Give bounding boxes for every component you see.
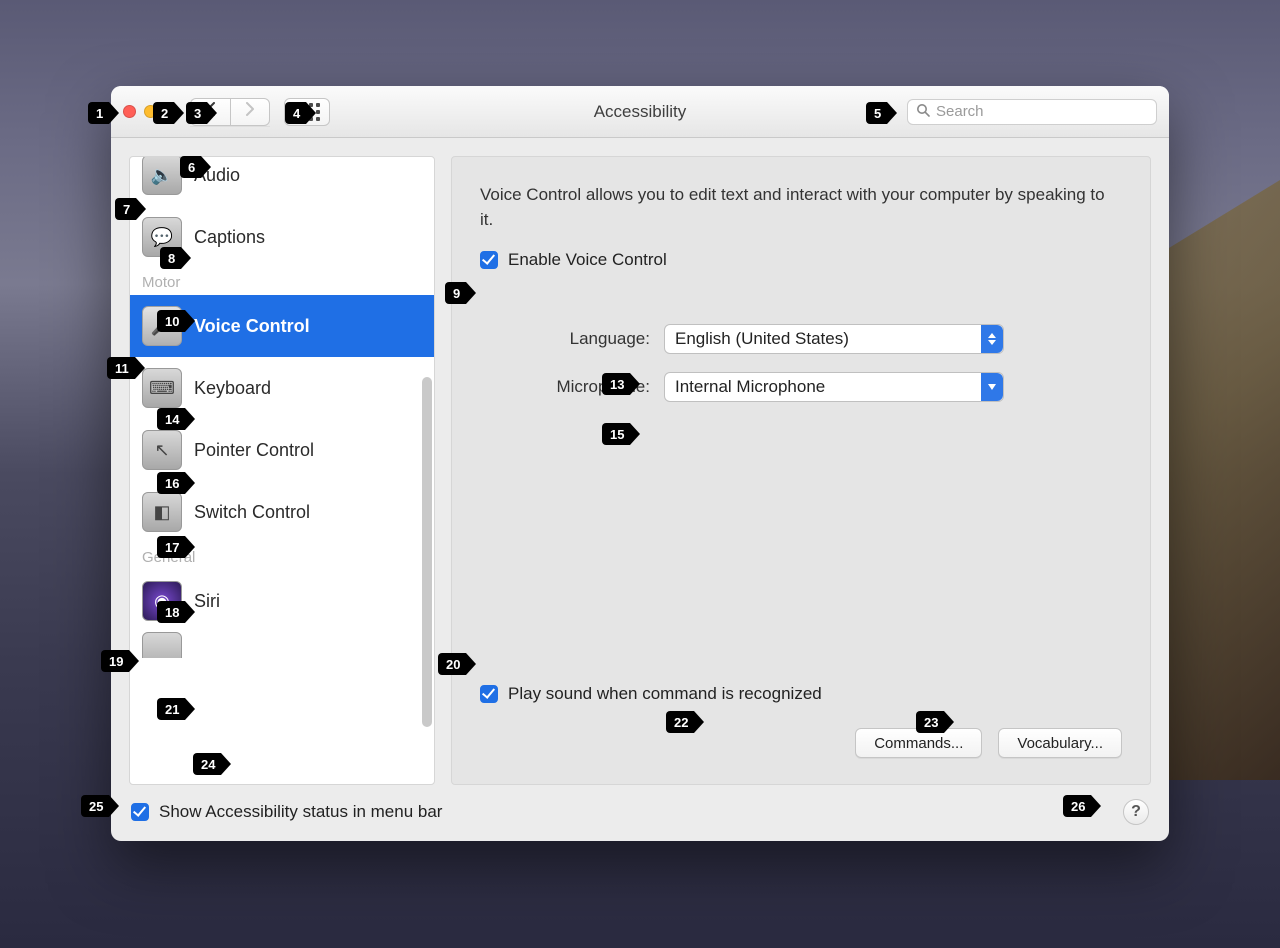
sidebar-item-label: Captions — [194, 227, 265, 248]
language-value: English (United States) — [675, 329, 849, 349]
annotation-tag: 22 — [666, 711, 694, 733]
vocabulary-button[interactable]: Vocabulary... — [998, 728, 1122, 758]
annotation-tag: 13 — [602, 373, 630, 395]
voice-control-description: Voice Control allows you to edit text an… — [480, 183, 1122, 232]
search-icon — [916, 103, 930, 120]
sidebar-item-label: Pointer Control — [194, 440, 314, 461]
annotation-tag: 10 — [157, 310, 185, 332]
action-buttons: Commands... Vocabulary... — [480, 728, 1122, 758]
annotation-tag: 26 — [1063, 795, 1091, 817]
commands-button-label: Commands... — [874, 735, 963, 752]
microphone-select[interactable]: Internal Microphone — [664, 372, 1004, 402]
sidebar-item-partial-bottom[interactable] — [130, 632, 434, 658]
sidebar-item-label: Keyboard — [194, 378, 271, 399]
annotation-tag: 1 — [88, 102, 109, 124]
play-sound-label: Play sound when command is recognized — [508, 684, 822, 704]
play-sound-row: Play sound when command is recognized — [480, 684, 1122, 704]
sidebar-item-label: Siri — [194, 591, 220, 612]
titlebar: Accessibility — [111, 86, 1169, 138]
vocabulary-button-label: Vocabulary... — [1017, 735, 1103, 752]
annotation-tag: 6 — [180, 156, 201, 178]
window-footer: Show Accessibility status in menu bar ? — [111, 785, 1169, 841]
show-status-checkbox[interactable] — [131, 803, 149, 821]
annotation-tag: 19 — [101, 650, 129, 672]
sidebar-item-audio[interactable]: 🔈 Audio — [130, 156, 434, 206]
annotation-tag: 3 — [186, 102, 207, 124]
enable-voice-control-checkbox[interactable] — [480, 251, 498, 269]
detail-pane: Voice Control allows you to edit text an… — [451, 156, 1151, 785]
annotation-tag: 7 — [115, 198, 136, 220]
sidebar-item-label: Voice Control — [194, 316, 310, 337]
sidebar-section-motor: Motor — [130, 268, 434, 295]
annotation-tag: 4 — [285, 102, 306, 124]
language-select[interactable]: English (United States) — [664, 324, 1004, 354]
annotation-tag: 20 — [438, 653, 466, 675]
annotation-tag: 21 — [157, 698, 185, 720]
voice-control-form: Language: English (United States) Microp… — [480, 324, 1122, 420]
play-sound-checkbox[interactable] — [480, 685, 498, 703]
annotation-tag: 25 — [81, 795, 109, 817]
forward-button[interactable] — [230, 98, 270, 126]
annotation-tag: 11 — [107, 357, 135, 379]
help-button[interactable]: ? — [1123, 799, 1149, 825]
sidebar-item-label: Switch Control — [194, 502, 310, 523]
question-icon: ? — [1131, 803, 1141, 821]
annotation-tag: 2 — [153, 102, 174, 124]
language-row: Language: English (United States) — [480, 324, 1122, 354]
switch-icon: ◧ — [142, 492, 182, 532]
annotation-tag: 5 — [866, 102, 887, 124]
enable-voice-control-label: Enable Voice Control — [508, 250, 667, 270]
search-input[interactable] — [936, 103, 1148, 120]
annotation-tag: 17 — [157, 536, 185, 558]
updown-icon — [981, 325, 1003, 353]
toolbar-search[interactable] — [907, 99, 1157, 125]
annotation-tag: 16 — [157, 472, 185, 494]
annotation-tag: 23 — [916, 711, 944, 733]
annotation-tag: 14 — [157, 408, 185, 430]
annotation-tag: 18 — [157, 601, 185, 623]
chevron-right-icon — [245, 102, 255, 121]
annotation-tag: 15 — [602, 423, 630, 445]
pointer-icon: ↖ — [142, 430, 182, 470]
language-label: Language: — [480, 329, 650, 349]
microphone-row: Microphone: Internal Microphone — [480, 372, 1122, 402]
show-status-label: Show Accessibility status in menu bar — [159, 802, 442, 822]
speaker-icon: 🔈 — [142, 156, 182, 195]
shortcut-icon — [142, 632, 182, 658]
window-close-button[interactable] — [123, 105, 136, 118]
chevron-down-icon — [981, 373, 1003, 401]
window-body: Hearing 🔈 Audio 💬 Captions Motor 🎤 Voice… — [111, 138, 1169, 785]
annotation-tag: 9 — [445, 282, 466, 304]
sidebar-scrollbar-thumb[interactable] — [422, 377, 432, 727]
enable-voice-control-row: Enable Voice Control — [480, 250, 1122, 270]
annotation-tag: 8 — [160, 247, 181, 269]
annotation-tag: 24 — [193, 753, 221, 775]
prefs-window: Accessibility Hearing 🔈 Audio 💬 — [111, 86, 1169, 841]
keyboard-icon: ⌨ — [142, 368, 182, 408]
microphone-value: Internal Microphone — [675, 377, 825, 397]
